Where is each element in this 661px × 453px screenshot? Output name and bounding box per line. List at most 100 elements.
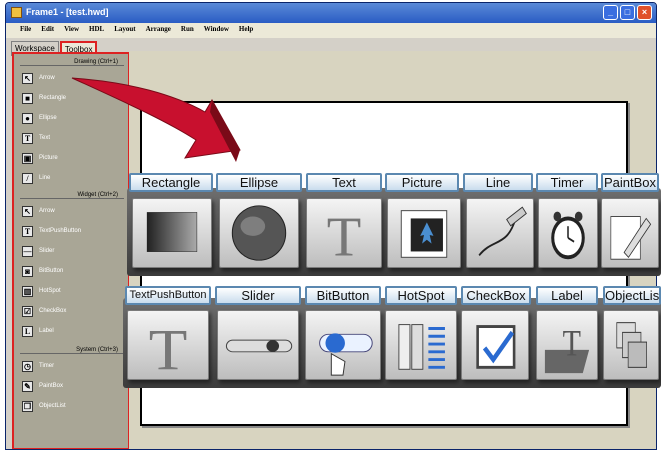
widget-callout-panel: Rectangle Ellipse Text T Picture Line Timer Pai… — [123, 170, 661, 388]
checkbox-icon: ☑ — [22, 305, 33, 317]
slider-icon — [217, 310, 299, 380]
callout-label-line: Line — [463, 173, 533, 192]
toolbox-item-label: Arrow — [39, 208, 55, 214]
toolbox-item-label: Text — [39, 135, 51, 141]
toolbox-group-header[interactable]: Widget (Ctrl+2) — [20, 192, 124, 199]
toolbox-item-label: TextPushButton — [39, 228, 82, 234]
paintbox-icon: ✎ — [22, 380, 33, 392]
hotspot-icon — [385, 310, 457, 380]
callout-label-ellipse: Ellipse — [216, 173, 302, 192]
bit-button-icon: ◙ — [22, 265, 33, 277]
text-icon: T — [22, 132, 33, 144]
toolbox-item-checkbox[interactable]: ☑ CheckBox — [22, 304, 66, 318]
checkbox-icon — [461, 310, 529, 380]
toolbox-item-slider[interactable]: — Slider — [22, 244, 54, 258]
callout-label-label: Label — [536, 286, 598, 305]
toolbox-item-label: Rectangle — [39, 95, 67, 101]
toolbox-item-label[interactable]: L Label — [22, 324, 54, 338]
toolbox-panel: Drawing (Ctrl+1) ↖ Arrow ■ Rectangle ● Ellipse… — [12, 52, 130, 449]
rectangle-icon: ■ — [22, 92, 33, 104]
menu-item-view[interactable]: View — [64, 25, 79, 38]
toolbox-item-rectangle[interactable]: ■ Rectangle — [22, 91, 66, 105]
minimize-button[interactable]: _ — [603, 5, 618, 20]
text-icon: T — [306, 198, 382, 268]
callout-label-rectangle: Rectangle — [129, 173, 213, 192]
toolbox-item-textpushbutton[interactable]: T TextPushButton — [22, 224, 81, 238]
arrow-icon: ↖ — [22, 72, 33, 84]
callout-label-objectlist: ObjectList — [603, 286, 661, 305]
svg-text:T: T — [149, 318, 188, 379]
slider-icon: — — [22, 245, 33, 257]
toolbox-item-label: Label — [39, 328, 54, 334]
line-icon — [466, 198, 534, 268]
toolbox-item-bitbutton[interactable]: ◙ BitButton — [22, 264, 63, 278]
menu-item-window[interactable]: Window — [204, 25, 229, 38]
toolbox-item-label: Slider — [39, 248, 55, 254]
callout-label-text: Text — [306, 173, 382, 192]
toolbox-item-label: PaintBox — [39, 383, 64, 389]
toolbox-item-paintbox[interactable]: ✎ PaintBox — [22, 379, 63, 393]
callout-label-paintbox: PaintBox — [601, 173, 659, 192]
timer-icon — [538, 198, 598, 268]
text-push-button-icon: T — [22, 225, 33, 237]
picture-icon — [387, 198, 461, 268]
toolbox-item-label: ObjectList — [39, 403, 66, 409]
toolbox-item-hotspot[interactable]: ▥ HotSpot — [22, 284, 61, 298]
toolbox-group-header[interactable]: Drawing (Ctrl+1) — [20, 59, 124, 66]
picture-icon: ▣ — [22, 152, 33, 164]
svg-text:T: T — [327, 206, 361, 267]
menu-item-layout[interactable]: Layout — [114, 25, 135, 38]
hotspot-icon: ▥ — [22, 285, 33, 297]
close-button[interactable]: × — [637, 5, 652, 20]
toolbox-item-label: Picture — [39, 155, 58, 161]
ellipse-icon: ● — [22, 112, 33, 124]
timer-icon: ◷ — [22, 360, 33, 372]
toolbox-item-label: Line — [39, 175, 51, 181]
label-icon: L — [22, 325, 33, 337]
toolbox-group-header[interactable]: System (Ctrl+3) — [20, 347, 124, 354]
maximize-button[interactable]: □ — [620, 5, 635, 20]
toolbox-item-objectlist[interactable]: ❐ ObjectList — [22, 399, 66, 413]
bitbutton-icon — [305, 310, 381, 380]
menu-item-arrange[interactable]: Arrange — [146, 25, 171, 38]
line-icon: / — [22, 172, 33, 184]
toolbox-item-label: Arrow — [39, 75, 55, 81]
textpushbutton-icon: T — [127, 310, 209, 380]
menu-item-file[interactable]: File — [20, 25, 31, 38]
toolbox-item-timer[interactable]: ◷ Timer — [22, 359, 54, 373]
title-bar: Frame1 - [test.hwd] _ □ × — [6, 3, 656, 23]
toolbox-item-picture[interactable]: ▣ Picture — [22, 151, 58, 165]
callout-label-hotspot: HotSpot — [385, 286, 457, 305]
app-icon — [11, 7, 22, 18]
toolbox-item-label: BitButton — [39, 268, 64, 274]
window-title: Frame1 - [test.hwd] — [26, 7, 109, 17]
toolbox-item-label: HotSpot — [39, 288, 61, 294]
callout-label-timer: Timer — [536, 173, 598, 192]
rectangle-icon — [132, 198, 212, 268]
menu-item-edit[interactable]: Edit — [41, 25, 54, 38]
toolbox-item-arrow[interactable]: ↖ Arrow — [22, 71, 55, 85]
menu-item-hdl[interactable]: HDL — [89, 25, 104, 38]
screenshot-stage: Frame1 - [test.hwd] _ □ × File Edit View HD… — [0, 0, 661, 453]
toolbox-item-line[interactable]: / Line — [22, 171, 50, 185]
toolbox-item-text[interactable]: T Text — [22, 131, 50, 145]
callout-label-slider: Slider — [215, 286, 301, 305]
callout-label-bitbutton: BitButton — [305, 286, 381, 305]
paintbox-icon — [601, 198, 659, 268]
toolbox-item-label: Timer — [39, 363, 55, 369]
toolbox-item-label: CheckBox — [39, 308, 67, 314]
menu-bar: File Edit View HDL Layout Arrange Run Window Hel… — [6, 23, 656, 38]
toolbox-item-ellipse[interactable]: ● Ellipse — [22, 111, 57, 125]
menu-item-help[interactable]: Help — [239, 25, 253, 38]
arrow-icon: ↖ — [22, 205, 33, 217]
objectlist-icon — [603, 310, 659, 380]
ellipse-icon — [219, 198, 299, 268]
menu-item-run[interactable]: Run — [181, 25, 194, 38]
toolbox-item-arrow[interactable]: ↖ Arrow — [22, 204, 55, 218]
callout-label-checkbox: CheckBox — [461, 286, 531, 305]
callout-label-picture: Picture — [385, 173, 459, 192]
toolbox-item-label: Ellipse — [39, 115, 57, 121]
label-icon: T — [536, 310, 598, 380]
svg-text:T: T — [563, 324, 581, 365]
window-controls: _ □ × — [603, 5, 652, 20]
